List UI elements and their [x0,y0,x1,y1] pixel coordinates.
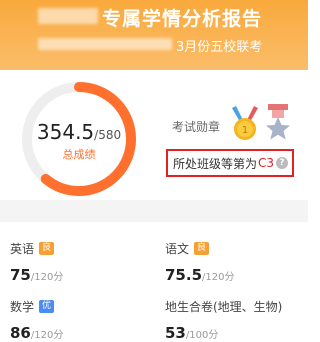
subject-total: /120分 [202,272,235,283]
subject-chinese[interactable]: 语文 良 75.5/120分 [165,240,234,284]
subject-total: /120分 [30,330,64,341]
blurred-name [38,8,98,24]
grade-badge: 良 [39,242,55,255]
blurred-school [38,38,172,50]
svg-text:1: 1 [242,125,248,136]
class-rank-label: 所处班级等第为 [173,156,258,171]
subject-total: /120分 [30,272,64,283]
report-title: 专属学情分析报告 [102,8,263,30]
report-header: 专属学情分析报告 3月份五校联考 [0,0,308,70]
subject-name: 语文 [165,242,190,256]
subject-math[interactable]: 数学 优 86/120分 [10,298,63,342]
subject-score: 86 [10,324,31,342]
subject-total: /100分 [185,330,219,341]
gold-medal-icon[interactable]: 1 [230,106,260,142]
subject-name: 地生合卷(地理、生物) [165,300,283,314]
grade-badge: 优 [39,300,55,313]
medal-label: 考试勋章 [172,120,221,134]
class-rank-value: C3 [258,156,275,170]
subject-score: 53 [165,324,186,342]
total-score-max: /580 [94,128,122,142]
subject-score: 75 [10,266,31,284]
subject-name: 英语 [10,242,35,256]
total-score-value: 354.5 [36,120,95,144]
total-score-label: 总成绩 [62,148,96,161]
total-score: 354.5/580 [30,120,128,144]
class-rank-box: 所处班级等第为 C3 ? [166,149,294,177]
subject-name: 数学 [10,300,35,314]
subject-geo-bio[interactable]: 地生合卷(地理、生物) 53/100分 [165,298,282,342]
score-summary: 354.5/580 总成绩 考试勋章 1 所处班级等第为 C3 ? [0,70,308,200]
question-circle-icon[interactable]: ? [276,157,289,169]
subject-score: 75.5 [165,266,203,284]
exam-name: 3月份五校联考 [176,40,263,55]
subject-english[interactable]: 英语 良 75/120分 [10,240,63,284]
silver-star-medal-icon[interactable] [262,104,294,142]
section-divider [0,200,308,222]
grade-badge: 良 [194,242,210,255]
